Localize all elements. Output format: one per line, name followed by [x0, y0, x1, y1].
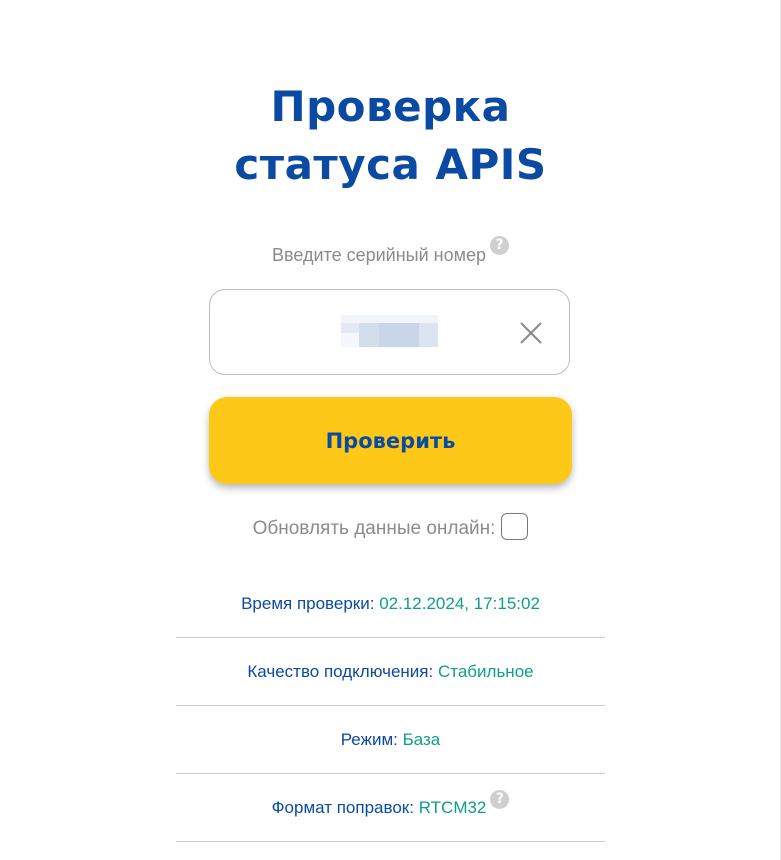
info-label: Время проверки:	[241, 594, 375, 613]
status-info-list: Время проверки: 02.12.2024, 17:15:02 Кач…	[176, 570, 605, 842]
close-icon[interactable]	[519, 321, 543, 345]
info-label: Режим:	[340, 730, 398, 749]
info-row-correction-format: Формат поправок: RTCM32?	[176, 774, 605, 842]
info-label: Качество подключения:	[247, 662, 434, 681]
online-update-checkbox[interactable]	[501, 513, 529, 541]
page-title-line-1: Проверка	[270, 82, 511, 131]
online-update-row: Обновлять данные онлайн:	[0, 513, 781, 544]
info-row-mode: Режим: База	[176, 706, 605, 774]
info-row-check-time: Время проверки: 02.12.2024, 17:15:02	[176, 570, 605, 638]
page-title: Проверка статуса APIS	[0, 78, 781, 194]
info-value: 02.12.2024, 17:15:02	[379, 594, 540, 613]
question-circle-icon[interactable]: ?	[490, 236, 509, 255]
info-row-connection-quality: Качество подключения: Стабильное	[176, 638, 605, 706]
online-update-label: Обновлять данные онлайн:	[252, 518, 496, 539]
question-circle-icon[interactable]: ?	[490, 790, 510, 809]
info-value: RTCM32	[418, 798, 487, 817]
check-button[interactable]: Проверить	[209, 397, 572, 484]
serial-hint-label: Введите серийный номер	[271, 245, 486, 265]
info-value: База	[402, 730, 441, 749]
serial-number-value-redacted	[341, 315, 438, 347]
serial-number-input[interactable]	[209, 289, 570, 375]
page-title-line-2: статуса APIS	[234, 140, 547, 189]
info-value: Стабильное	[437, 662, 534, 681]
serial-hint: Введите серийный номер?	[0, 236, 781, 268]
info-label: Формат поправок:	[271, 798, 414, 817]
